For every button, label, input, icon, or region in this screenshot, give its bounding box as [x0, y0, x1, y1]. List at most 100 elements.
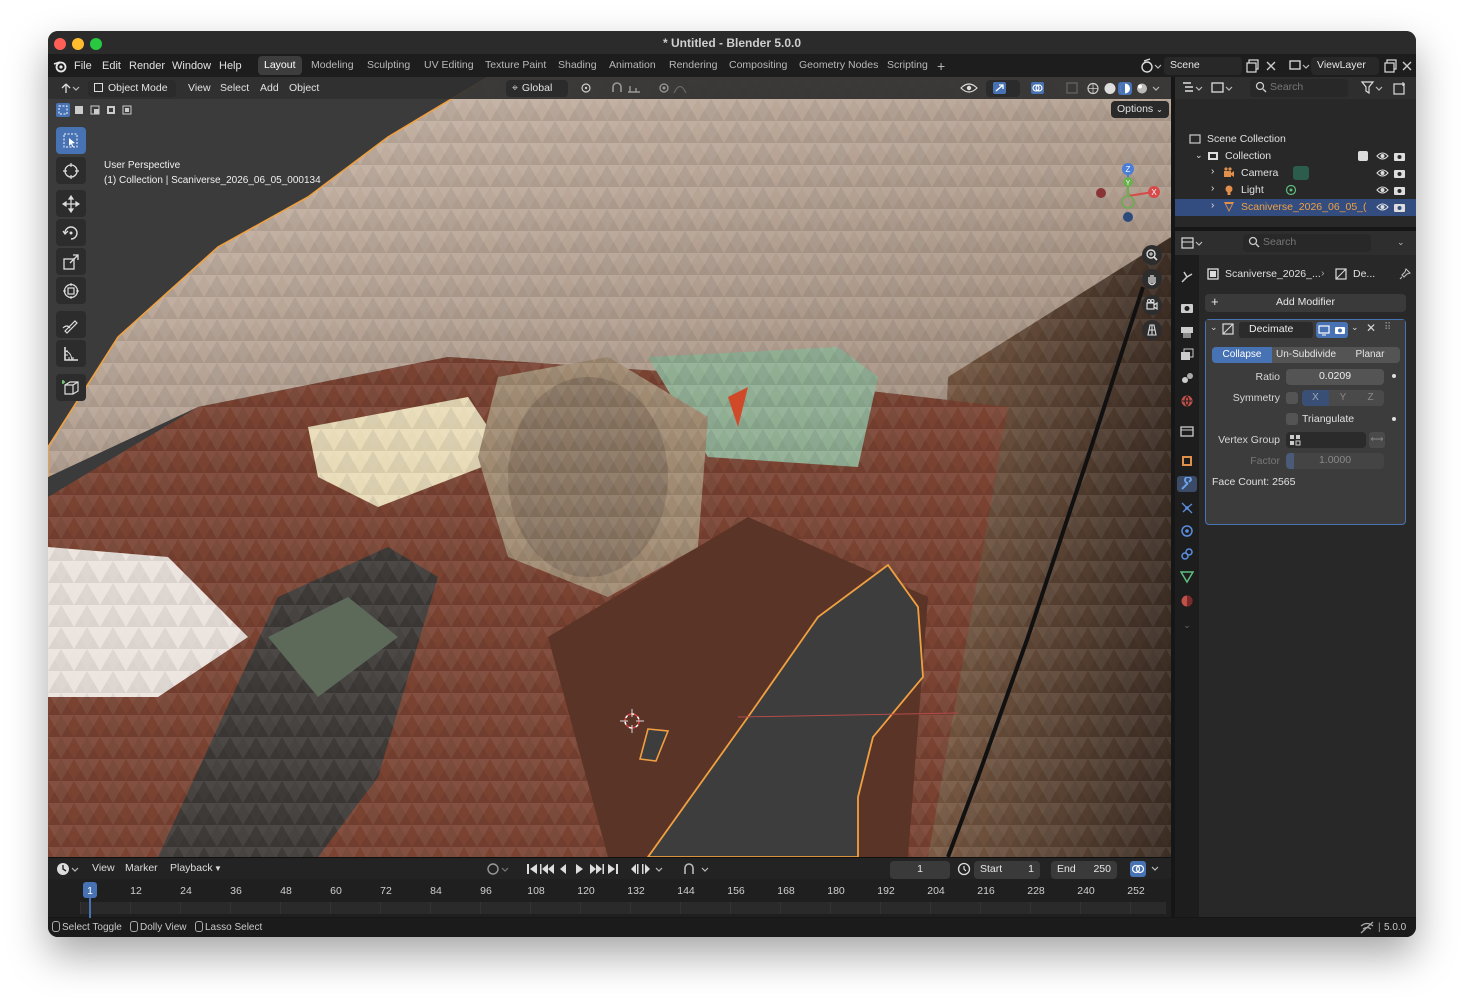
scene-icon[interactable] — [1140, 58, 1162, 74]
menu-file[interactable]: File — [74, 60, 92, 72]
triangulate-checkbox[interactable] — [1286, 413, 1298, 425]
modifier-name-field[interactable]: Decimate — [1239, 322, 1313, 338]
viewport-menu-view[interactable]: View — [182, 80, 217, 97]
pan-view-icon[interactable] — [1142, 269, 1162, 289]
collapse-chevron-down-icon[interactable]: ⌄ — [1195, 150, 1203, 161]
tab-texture-paint[interactable]: Texture Paint — [479, 56, 552, 75]
outliner-row-light[interactable]: › Light — [1175, 182, 1416, 199]
remove-scene-icon[interactable] — [1264, 59, 1278, 73]
outliner-row-scene-collection[interactable]: Scene Collection — [1175, 131, 1416, 148]
view-layer-selector[interactable]: ViewLayer — [1311, 57, 1379, 75]
physics-tab-icon[interactable] — [1179, 523, 1195, 539]
expand-chevron-right-icon[interactable]: › — [1211, 166, 1214, 177]
symmetry-axis-z[interactable]: Z — [1357, 390, 1384, 406]
eye-icon[interactable] — [1376, 184, 1389, 196]
material-tab-icon[interactable] — [1179, 593, 1195, 609]
exclude-checkbox[interactable] — [1358, 151, 1368, 161]
eye-icon[interactable] — [1376, 201, 1389, 213]
drag-handle-icon[interactable]: ⠿ — [1384, 322, 1391, 333]
camera-data-icon[interactable] — [1293, 166, 1309, 180]
copy-view-layer-icon[interactable] — [1384, 59, 1398, 73]
triangulate-keyframe-dot[interactable] — [1392, 417, 1396, 421]
playback-controls[interactable] — [526, 862, 622, 876]
new-collection-icon[interactable] — [1393, 81, 1407, 95]
eye-icon[interactable] — [1376, 167, 1389, 179]
symmetry-axis-x[interactable]: X — [1302, 390, 1329, 406]
mode-collapse-button[interactable]: Collapse — [1212, 347, 1272, 363]
pin-icon[interactable] — [1399, 268, 1411, 280]
tab-rendering[interactable]: Rendering — [663, 56, 723, 75]
proportional-editing-icon[interactable] — [652, 80, 692, 97]
object-mode-dropdown[interactable]: Object Mode — [88, 80, 176, 97]
expand-chevron-right-icon[interactable]: › — [1211, 200, 1214, 211]
3d-viewport[interactable]: Object Mode View Select Add Object ⌖ Glob… — [48, 77, 1171, 857]
constraints-tab-icon[interactable] — [1179, 546, 1195, 562]
gizmo-toggle-icon[interactable] — [986, 80, 1020, 97]
blender-logo-icon[interactable] — [53, 59, 67, 73]
select-box-tool[interactable] — [56, 127, 86, 154]
data-tab-icon[interactable] — [1179, 569, 1195, 585]
more-tabs-chevron-down-icon[interactable]: ⌄ — [1179, 617, 1195, 633]
view-layer-tab-icon[interactable] — [1179, 347, 1195, 363]
shading-mode-buttons[interactable] — [1080, 80, 1170, 97]
properties-search-input[interactable]: Search — [1243, 234, 1371, 252]
ratio-field[interactable]: 0.0209 — [1286, 369, 1384, 385]
move-tool[interactable] — [56, 190, 86, 217]
snapping-icon[interactable] — [604, 80, 648, 97]
invert-vertex-group-icon[interactable]: ⟷ — [1369, 432, 1385, 448]
render-camera-icon[interactable] — [1393, 167, 1406, 179]
add-modifier-button[interactable]: + Add Modifier — [1205, 294, 1406, 312]
tab-modeling[interactable]: Modeling — [305, 56, 360, 75]
zoom-view-icon[interactable] — [1142, 245, 1162, 265]
auto-keying-icon[interactable] — [486, 862, 510, 876]
network-off-icon[interactable] — [1360, 921, 1374, 934]
overlays-toggle-icon[interactable] — [1024, 80, 1058, 97]
render-camera-icon[interactable] — [1393, 150, 1406, 162]
transform-orientation-dropdown[interactable]: ⌖ Global — [506, 80, 568, 97]
world-tab-icon[interactable] — [1179, 393, 1195, 409]
outliner-row-collection[interactable]: ⌄ Collection — [1175, 148, 1416, 165]
outliner-editor-type-icon[interactable] — [1181, 81, 1205, 95]
preview-range-clock-icon[interactable] — [957, 862, 971, 876]
eye-icon[interactable] — [1376, 150, 1389, 162]
outliner-row-camera[interactable]: › Camera — [1175, 165, 1416, 182]
properties-editor[interactable]: Search ⌄ ⌄ Scaniverse_2026_... › De... +… — [1175, 231, 1416, 917]
render-camera-icon[interactable] — [1393, 184, 1406, 196]
filter-icon[interactable] — [1361, 81, 1385, 95]
editor-type-icon[interactable] — [54, 80, 84, 97]
show-in-viewport-icon[interactable] — [1316, 322, 1332, 338]
outliner-editor[interactable]: Search Scene Collection ⌄ Collection › C… — [1175, 77, 1416, 227]
keyframe-jump-icon[interactable] — [630, 862, 666, 876]
render-camera-icon[interactable] — [1393, 201, 1406, 213]
snap-playhead-icon[interactable] — [682, 862, 712, 876]
remove-view-layer-icon[interactable] — [1401, 59, 1413, 73]
add-workspace-button[interactable]: + — [931, 55, 951, 74]
tab-geometry-nodes[interactable]: Geometry Nodes — [793, 56, 884, 75]
options-dropdown[interactable]: Options ⌄ — [1111, 101, 1169, 118]
rotate-tool[interactable] — [56, 219, 86, 246]
render-tab-icon[interactable] — [1179, 300, 1195, 316]
tab-scripting[interactable]: Scripting — [881, 56, 934, 75]
cursor-tool[interactable] — [56, 157, 86, 184]
show-in-render-icon[interactable] — [1332, 322, 1348, 338]
properties-options-chevron-down-icon[interactable]: ⌄ — [1397, 237, 1405, 248]
tool-tab-icon[interactable] — [1179, 269, 1195, 285]
timeline-editor[interactable]: View Marker Playback ▼ 1 Start 1 End 250… — [48, 857, 1171, 918]
light-data-icon[interactable] — [1285, 184, 1297, 196]
start-frame-field[interactable]: Start 1 — [974, 861, 1040, 879]
remove-modifier-close-icon[interactable]: ✕ — [1366, 321, 1376, 335]
timeline-menu-playback[interactable]: Playback — [170, 862, 213, 874]
symmetry-axis-y[interactable]: Y — [1329, 390, 1357, 406]
pivot-point-icon[interactable] — [574, 80, 600, 97]
timeline-editor-type-icon[interactable] — [56, 862, 82, 876]
symmetry-checkbox[interactable] — [1286, 392, 1298, 404]
add-cube-tool[interactable] — [56, 374, 86, 401]
viewport-menu-add[interactable]: Add — [254, 80, 285, 97]
timeline-menu-marker[interactable]: Marker — [125, 862, 158, 874]
orthographic-toggle-icon[interactable] — [1142, 320, 1162, 340]
viewport-menu-object[interactable]: Object — [283, 80, 325, 97]
collection-tab-icon[interactable] — [1179, 423, 1195, 439]
outliner-search-input[interactable]: Search — [1250, 79, 1348, 97]
tab-sculpting[interactable]: Sculpting — [361, 56, 416, 75]
properties-editor-type-icon[interactable] — [1181, 236, 1205, 250]
